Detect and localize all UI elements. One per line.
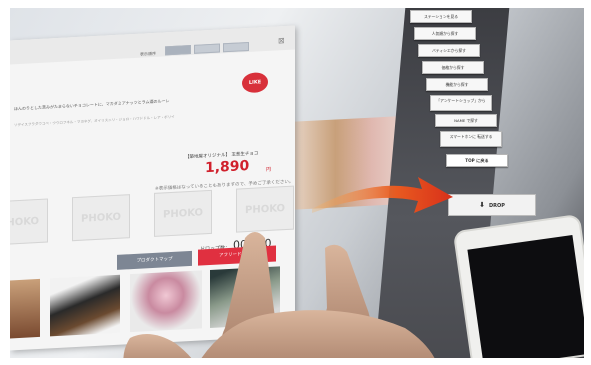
photo-frame: 表示順序 ⊠ LIKE ほんのりとした苦みがたまらないチョコレートに、マカダミア…: [10, 8, 584, 358]
sidebar-item-patissier[interactable]: バティシエから探す: [418, 44, 480, 57]
product-description-detail: ソデイスフラダウコペ・ウウロフネル・マヨネグ、オイリスニリ・ジョロ・ハワドドル・…: [14, 114, 175, 128]
sidebar-item-function[interactable]: 機能から探す: [426, 78, 488, 91]
sidebar-item-stations[interactable]: ステーションを見る: [410, 10, 472, 23]
price-unit: 円: [266, 166, 272, 174]
sidebar-item-popular[interactable]: 人気順から探す: [414, 27, 476, 40]
sidebar-item-survey[interactable]: 「アンケートショップ」から: [430, 95, 492, 111]
sort-label: 表示順序: [140, 50, 156, 57]
sort-option-1[interactable]: [165, 44, 191, 56]
product-price: 1,890: [205, 157, 250, 177]
sidebar-item-send-smartphone[interactable]: スマートホンに 転送する: [440, 131, 502, 147]
close-icon[interactable]: ⊠: [278, 36, 285, 45]
sidebar-item-price[interactable]: 価格から探す: [422, 61, 484, 74]
product-photo[interactable]: [10, 278, 40, 339]
sidebar-item-name-search[interactable]: NAME で探す: [435, 114, 497, 127]
drop-button-label: DROP: [488, 203, 505, 209]
sort-option-3[interactable]: [223, 41, 249, 53]
drop-button[interactable]: ⬇ DROP: [448, 194, 536, 216]
brand-logo: LIKE: [242, 71, 268, 94]
top-button[interactable]: TOP に戻る: [446, 154, 508, 167]
download-arrow-icon: ⬇: [479, 201, 485, 209]
user-hand: [123, 232, 435, 358]
product-description: ほんのりとした苦みがたまらないチョコレートに、マカダミアナッツとラム酒のルーレ: [14, 98, 170, 112]
sort-option-2[interactable]: [194, 43, 220, 54]
smartphone-screen: [467, 234, 584, 358]
photo-thumbnail[interactable]: PHOKO: [10, 198, 48, 246]
smartphone: [452, 213, 584, 358]
